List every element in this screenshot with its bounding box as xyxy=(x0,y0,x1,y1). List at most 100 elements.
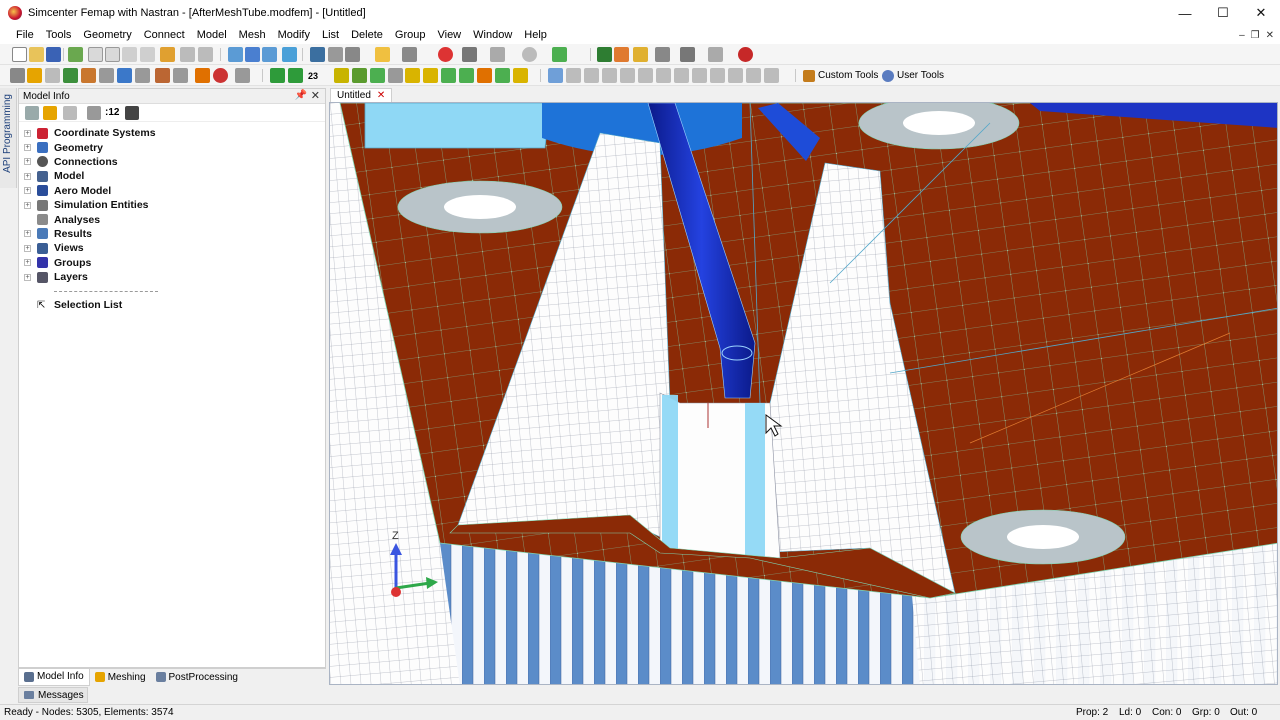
contour-icon[interactable] xyxy=(708,47,723,62)
scale-icon[interactable] xyxy=(710,68,725,83)
zoom-icon[interactable] xyxy=(522,47,537,62)
expand-icon[interactable]: + xyxy=(24,129,31,137)
delete-toolbar-icon[interactable] xyxy=(462,47,477,62)
visibility-icon[interactable] xyxy=(213,68,228,83)
workplane-icon[interactable] xyxy=(282,47,297,62)
mesh-control-icon[interactable] xyxy=(405,68,420,83)
expand-icon[interactable]: + xyxy=(24,172,31,180)
mesh-sizing-icon[interactable] xyxy=(388,68,403,83)
more-tools-icon[interactable] xyxy=(764,68,779,83)
align-right-icon[interactable] xyxy=(584,68,599,83)
save-icon[interactable] xyxy=(46,47,61,62)
group-icon[interactable] xyxy=(597,47,612,62)
expand-icon[interactable]: + xyxy=(24,158,31,166)
menu-delete[interactable]: Delete xyxy=(345,29,389,41)
data-surface-icon[interactable] xyxy=(99,68,114,83)
select-icon[interactable] xyxy=(228,47,243,62)
properties-icon[interactable] xyxy=(27,68,42,83)
array-icon[interactable] xyxy=(638,68,653,83)
menu-view[interactable]: View xyxy=(431,29,467,41)
cancel-icon[interactable] xyxy=(738,47,753,62)
solid-count[interactable]: 23 xyxy=(308,68,318,83)
menu-group[interactable]: Group xyxy=(389,29,432,41)
filter-icon[interactable] xyxy=(490,47,505,62)
data-table-icon[interactable] xyxy=(81,68,96,83)
tree-paint-icon[interactable] xyxy=(125,106,139,120)
entity-display-icon[interactable] xyxy=(375,47,390,62)
mesh-approach-icon[interactable] xyxy=(423,68,438,83)
menu-mesh[interactable]: Mesh xyxy=(233,29,272,41)
messages-tab[interactable]: Messages xyxy=(18,687,88,703)
status-prop[interactable]: Prop: 2 xyxy=(1076,707,1108,718)
tree-sort-icon[interactable] xyxy=(87,106,101,120)
solid-view-icon[interactable] xyxy=(345,47,360,62)
menu-connect[interactable]: Connect xyxy=(138,29,191,41)
print-preview-icon[interactable] xyxy=(140,47,155,62)
program-file-icon[interactable] xyxy=(173,68,188,83)
deform-icon[interactable] xyxy=(680,47,695,62)
tree-filter-icon[interactable] xyxy=(63,106,77,120)
paste-icon[interactable] xyxy=(105,47,120,62)
tree-item-selection-list[interactable]: ⇱ Selection List xyxy=(19,298,325,312)
expand-icon[interactable]: + xyxy=(24,187,31,195)
check-icon[interactable] xyxy=(552,47,567,62)
menu-list[interactable]: List xyxy=(316,29,345,41)
geometry-point-icon[interactable] xyxy=(270,68,285,83)
move-icon[interactable] xyxy=(674,68,689,83)
status-constraint[interactable]: Con: 0 xyxy=(1152,707,1181,718)
tree-item-connections[interactable]: + Connections xyxy=(19,155,325,169)
view-options-icon[interactable] xyxy=(328,47,343,62)
close-document-icon[interactable]: ✕ xyxy=(377,90,385,101)
charting-icon[interactable] xyxy=(135,68,150,83)
custom-tools-menu[interactable]: Custom Tools xyxy=(803,68,878,83)
pin-icon[interactable]: 📌 xyxy=(295,90,307,101)
tree-options-icon[interactable] xyxy=(25,106,39,120)
expand-icon[interactable]: + xyxy=(24,230,31,238)
align-left-icon[interactable] xyxy=(548,68,563,83)
align-center-icon[interactable] xyxy=(566,68,581,83)
reflect-icon[interactable] xyxy=(728,68,743,83)
menu-model[interactable]: Model xyxy=(191,29,233,41)
graphics-viewport[interactable]: Z xyxy=(329,102,1278,685)
menu-help[interactable]: Help xyxy=(518,29,553,41)
rotate-icon[interactable] xyxy=(692,68,707,83)
highlight-icon[interactable] xyxy=(633,47,648,62)
tree-item-model[interactable]: + Model xyxy=(19,169,325,183)
pick-icon[interactable] xyxy=(245,47,260,62)
expand-icon[interactable]: + xyxy=(24,244,31,252)
expand-icon[interactable]: + xyxy=(24,259,31,267)
tab-model-info[interactable]: Model Info xyxy=(18,668,90,686)
page-setup-icon[interactable] xyxy=(198,47,213,62)
library-icon[interactable] xyxy=(155,68,170,83)
rotate-view-icon[interactable] xyxy=(262,47,277,62)
mdi-restore-button[interactable]: ❐ xyxy=(1251,30,1260,41)
tree-item-layers[interactable]: + Layers xyxy=(19,270,325,284)
mesh-revolve-icon[interactable] xyxy=(513,68,528,83)
mesh-smooth-icon[interactable] xyxy=(459,68,474,83)
copy-icon[interactable] xyxy=(88,47,103,62)
mesh-extrude-icon[interactable] xyxy=(495,68,510,83)
api-programming-tab[interactable]: API Programming xyxy=(0,88,17,188)
layers-toolbar-icon[interactable] xyxy=(402,47,417,62)
tree-item-aero-model[interactable]: + Aero Model xyxy=(19,184,325,198)
tab-postprocessing[interactable]: PostProcessing xyxy=(151,669,243,686)
document-tab-untitled[interactable]: Untitled ✕ xyxy=(330,88,393,102)
table-icon[interactable] xyxy=(620,68,635,83)
expand-icon[interactable]: + xyxy=(24,144,31,152)
fe-model-render[interactable]: Z xyxy=(330,103,1278,685)
tree-item-geometry[interactable]: + Geometry xyxy=(19,140,325,154)
tree-item-analyses[interactable]: Analyses xyxy=(19,212,325,226)
status-group[interactable]: Grp: 0 xyxy=(1192,707,1220,718)
expand-icon[interactable]: + xyxy=(24,273,31,281)
paint-icon[interactable] xyxy=(614,47,629,62)
tree-item-views[interactable]: + Views xyxy=(19,241,325,255)
post-data-icon[interactable] xyxy=(655,47,670,62)
chart-icon[interactable] xyxy=(63,68,78,83)
print-2-icon[interactable] xyxy=(235,68,250,83)
menu-geometry[interactable]: Geometry xyxy=(77,29,137,41)
menu-modify[interactable]: Modify xyxy=(272,29,316,41)
mesh-surface-icon[interactable] xyxy=(334,68,349,83)
tab-meshing[interactable]: Meshing xyxy=(90,669,151,686)
mdi-minimize-button[interactable]: – xyxy=(1239,30,1245,41)
link-icon[interactable] xyxy=(68,47,83,62)
